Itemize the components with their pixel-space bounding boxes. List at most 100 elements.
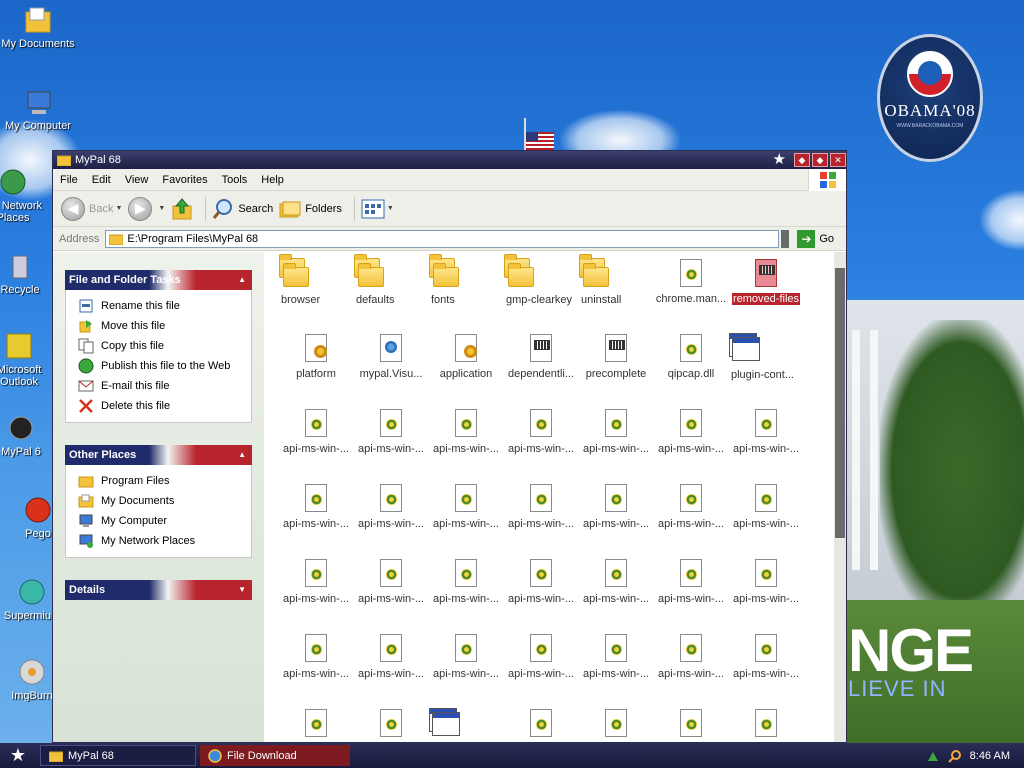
file-item[interactable]: api-ms-win-... [729, 483, 803, 530]
file-item[interactable]: api-ms-win-... [729, 558, 803, 605]
desktop-icon-recycle[interactable]: Recycle [0, 250, 52, 296]
address-dropdown[interactable] [781, 229, 790, 248]
views-button[interactable]: ▼ [361, 199, 394, 219]
file-item[interactable]: plugin-cont... [729, 333, 794, 381]
file-item[interactable] [579, 708, 653, 742]
menu-help[interactable]: Help [254, 174, 291, 186]
file-item[interactable]: api-ms-win-... [279, 483, 353, 530]
file-item[interactable] [729, 708, 803, 742]
task-publish[interactable]: Publish this file to the Web [78, 356, 251, 376]
search-button[interactable]: Search [212, 198, 273, 220]
task-rename[interactable]: Rename this file [78, 296, 251, 316]
desktop-icon-my-computer[interactable]: My Computer [0, 86, 78, 132]
start-button[interactable]: ★ [0, 743, 36, 768]
address-input[interactable]: E:\Program Files\MyPal 68 [105, 229, 780, 248]
chevron-down-icon[interactable]: ▼ [387, 205, 394, 212]
chevron-down-icon[interactable]: ▼ [238, 580, 246, 600]
file-item[interactable]: api-ms-win-... [504, 483, 578, 530]
file-item[interactable]: api-ms-win-... [654, 558, 728, 605]
file-item[interactable]: api-ms-win-... [429, 633, 503, 680]
desktop-icon-outlook[interactable]: Microsoft Outlook [0, 330, 52, 388]
file-item[interactable]: api-ms-win-... [579, 483, 653, 530]
menu-view[interactable]: View [118, 174, 156, 186]
task-delete[interactable]: Delete this file [78, 396, 251, 416]
panel-header[interactable]: Details ▼ [65, 580, 252, 600]
file-item[interactable]: api-ms-win-... [504, 558, 578, 605]
desktop-icon-mypal[interactable]: MyPal 6 [0, 412, 52, 458]
task-email[interactable]: E-mail this file [78, 376, 251, 396]
chevron-down-icon[interactable]: ▼ [158, 205, 165, 212]
back-button[interactable]: ◀ Back ▼ [61, 196, 122, 221]
panel-header[interactable]: Other Places ▲ [65, 445, 252, 465]
file-item[interactable] [654, 708, 728, 742]
chevron-up-icon[interactable]: ▲ [238, 445, 246, 465]
task-copy[interactable]: Copy this file [78, 336, 251, 356]
taskbar-item-file-download[interactable]: File Download [200, 745, 350, 766]
maximize-button[interactable]: ◆ [812, 153, 828, 167]
file-item[interactable]: api-ms-win-... [429, 483, 503, 530]
file-item[interactable]: qipcap.dll [654, 333, 728, 380]
taskbar-item-mypal[interactable]: MyPal 68 [40, 745, 196, 766]
menu-edit[interactable]: Edit [85, 174, 118, 186]
file-item[interactable] [429, 708, 460, 736]
file-item[interactable]: api-ms-win-... [354, 483, 428, 530]
file-item[interactable]: api-ms-win-... [279, 408, 353, 455]
place-program-files[interactable]: Program Files [78, 471, 251, 491]
file-item[interactable] [354, 708, 428, 742]
minimize-button[interactable]: ◆ [794, 153, 810, 167]
file-item[interactable]: precomplete [579, 333, 653, 380]
panel-header[interactable]: File and Folder Tasks ▲ [65, 270, 252, 290]
file-item[interactable]: api-ms-win-... [429, 558, 503, 605]
chevron-down-icon[interactable]: ▼ [115, 205, 122, 212]
title-bar[interactable]: MyPal 68 ★ ◆ ◆ ✕ [53, 151, 846, 169]
file-item[interactable]: api-ms-win-... [279, 558, 353, 605]
clock[interactable]: 8:46 AM [970, 750, 1010, 762]
folder-item[interactable]: browser [279, 254, 320, 306]
go-button[interactable]: ➔ Go [797, 229, 834, 248]
file-item[interactable]: api-ms-win-... [504, 633, 578, 680]
file-item[interactable]: api-ms-win-... [654, 483, 728, 530]
file-item[interactable]: api-ms-win-... [279, 633, 353, 680]
file-item[interactable] [504, 708, 578, 742]
network-tray-icon[interactable] [926, 749, 940, 763]
file-item[interactable]: api-ms-win-... [654, 408, 728, 455]
close-button[interactable]: ✕ [830, 153, 846, 167]
search-tray-icon[interactable] [947, 749, 962, 763]
file-item[interactable]: removed-files [729, 258, 803, 305]
file-item[interactable]: api-ms-win-... [354, 633, 428, 680]
file-item[interactable]: application [429, 333, 503, 380]
file-item[interactable]: api-ms-win-... [654, 633, 728, 680]
file-item[interactable]: api-ms-win-... [579, 408, 653, 455]
file-item[interactable]: api-ms-win-... [504, 408, 578, 455]
file-item[interactable]: api-ms-win-... [579, 633, 653, 680]
file-item[interactable]: chrome.man... [654, 258, 728, 305]
file-item[interactable]: api-ms-win-... [354, 558, 428, 605]
vertical-scrollbar[interactable] [834, 252, 846, 742]
file-item[interactable]: api-ms-win-... [429, 408, 503, 455]
forward-button[interactable]: ▶ ▼ [128, 196, 165, 221]
menu-tools[interactable]: Tools [215, 174, 255, 186]
file-item[interactable] [279, 708, 353, 742]
up-button[interactable] [171, 197, 193, 220]
file-item[interactable]: api-ms-win-... [579, 558, 653, 605]
file-item[interactable]: api-ms-win-... [729, 408, 803, 455]
place-my-computer[interactable]: My Computer [78, 511, 251, 531]
desktop-icon-my-documents[interactable]: My Documents [0, 4, 78, 50]
desktop-icon-network[interactable]: My Network Places [0, 166, 48, 224]
file-item[interactable]: api-ms-win-... [354, 408, 428, 455]
file-item[interactable]: dependentli... [504, 333, 578, 380]
place-my-documents[interactable]: My Documents [78, 491, 251, 511]
file-item[interactable]: mypal.Visu... [354, 333, 428, 380]
place-my-network[interactable]: My Network Places [78, 531, 251, 551]
menu-file[interactable]: File [53, 174, 85, 186]
file-item[interactable]: api-ms-win-... [729, 633, 803, 680]
folders-button[interactable]: Folders [279, 199, 342, 219]
menu-favorites[interactable]: Favorites [155, 174, 214, 186]
folder-item[interactable]: uninstall [579, 254, 621, 306]
folder-item[interactable]: fonts [429, 254, 459, 306]
folder-item[interactable]: defaults [354, 254, 395, 306]
chevron-up-icon[interactable]: ▲ [238, 270, 246, 290]
scrollbar-thumb[interactable] [835, 268, 845, 538]
file-item[interactable]: platform [279, 333, 353, 380]
task-move[interactable]: Move this file [78, 316, 251, 336]
